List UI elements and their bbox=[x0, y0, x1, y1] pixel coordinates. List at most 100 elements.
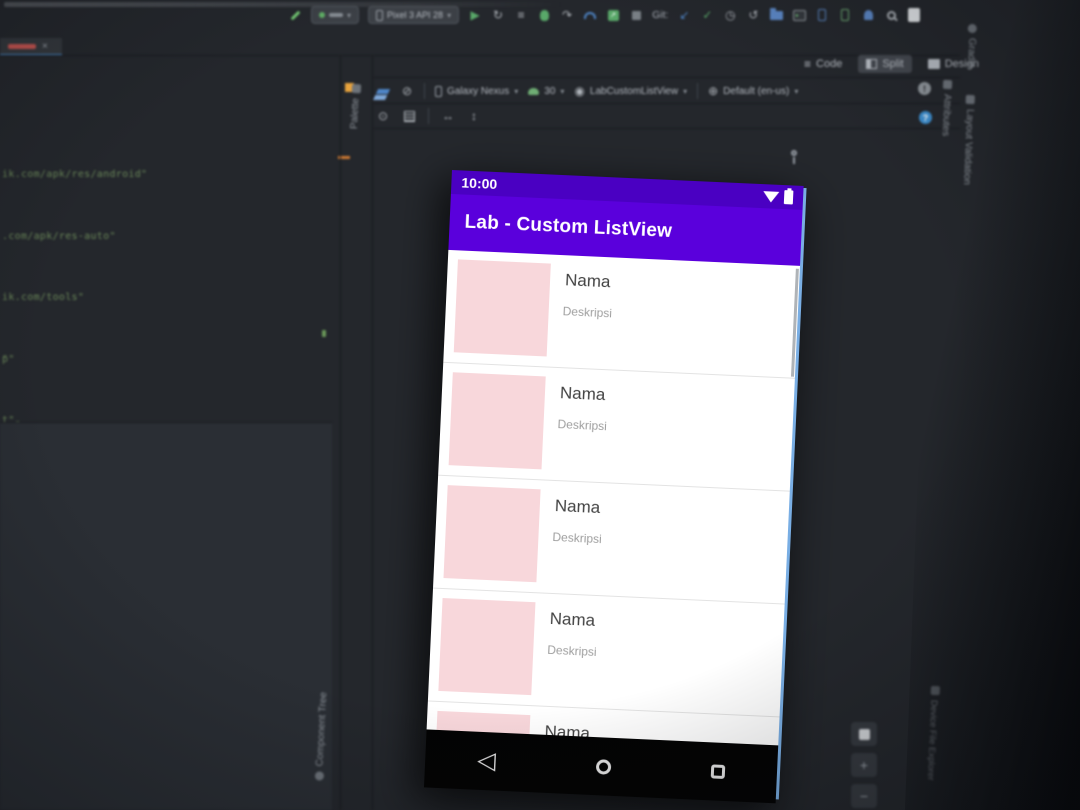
unversioned-filename bbox=[8, 43, 36, 49]
item-description: Deskripsi bbox=[562, 304, 613, 321]
run-button[interactable]: ▶ bbox=[468, 6, 482, 24]
gutter-color-marker bbox=[322, 330, 326, 337]
app-title: Lab - Custom ListView bbox=[464, 211, 673, 243]
code-icon: ≡ bbox=[804, 57, 812, 71]
design-toolbar-secondary: ⊙ ↔ ↕ bbox=[376, 105, 481, 127]
design-toolbar: ⊘ Galaxy Nexus ▾ 30 ▾ ◉ LabCustomListVie… bbox=[375, 79, 798, 103]
list-item[interactable]: Nama Deskripsi bbox=[427, 588, 785, 718]
chevron-down-icon: ▾ bbox=[560, 86, 565, 96]
item-thumbnail bbox=[453, 259, 551, 357]
editor-file-tab[interactable]: × bbox=[0, 38, 62, 56]
logcat-terminal-icon[interactable]: ▸ bbox=[792, 6, 806, 24]
sync-notification-icon[interactable] bbox=[861, 6, 875, 24]
item-description: Deskripsi bbox=[557, 417, 608, 434]
variants-menu-icon[interactable] bbox=[402, 107, 416, 125]
palette-icon bbox=[351, 83, 362, 94]
viewing-options-icon[interactable]: ⊘ bbox=[400, 82, 414, 100]
run-config-name bbox=[329, 13, 343, 17]
wrench-icon bbox=[789, 150, 799, 164]
zoom-in-button[interactable]: + bbox=[851, 753, 877, 777]
list-item[interactable]: Nama Deskripsi bbox=[432, 475, 790, 605]
design-canvas-separator bbox=[372, 128, 960, 129]
search-everywhere-icon[interactable] bbox=[884, 6, 898, 24]
stop-button[interactable] bbox=[629, 6, 643, 24]
palette-tab[interactable]: Palette bbox=[349, 83, 362, 129]
settings-icon[interactable] bbox=[907, 6, 921, 24]
main-toolbar: ▾ Pixel 3 API 28 ▾ ▶ ↻ ≡ ↷ ↗ Git: ↙ ✓ ◷ … bbox=[288, 3, 921, 27]
item-name: Nama bbox=[559, 383, 606, 405]
tab-split[interactable]: Split bbox=[858, 55, 912, 73]
listview[interactable]: Nama Deskripsi Nama Deskripsi Nama Deskr… bbox=[426, 249, 801, 746]
home-button[interactable] bbox=[595, 758, 612, 775]
chevron-down-icon: ▾ bbox=[347, 10, 352, 20]
git-update-button[interactable]: ↙ bbox=[677, 6, 691, 24]
chevron-down-icon: ▾ bbox=[683, 86, 688, 96]
code-line: p" bbox=[2, 354, 15, 365]
design-surface-icon[interactable] bbox=[375, 82, 391, 100]
recents-button[interactable] bbox=[710, 764, 726, 779]
editor-mode-tabs: ≡ Code Split Design bbox=[796, 54, 987, 74]
project-structure-icon[interactable] bbox=[769, 6, 783, 24]
globe-icon: ⊕ bbox=[708, 84, 719, 98]
view-options-eye-icon[interactable]: ⊙ bbox=[376, 107, 390, 125]
list-item[interactable]: Nama Deskripsi bbox=[438, 362, 795, 492]
split-divider[interactable] bbox=[340, 55, 341, 810]
attributes-tab[interactable]: Attributes bbox=[940, 79, 953, 136]
orientation-horizontal-icon[interactable]: ↔ bbox=[441, 107, 455, 125]
chevron-down-icon: ▾ bbox=[447, 10, 452, 20]
profiler-gauge-icon[interactable] bbox=[583, 6, 597, 24]
device-file-explorer-icon bbox=[930, 685, 940, 696]
theme-select[interactable]: ◉ LabCustomListView ▾ bbox=[574, 85, 687, 97]
item-name: Nama bbox=[549, 608, 596, 630]
app-module-icon bbox=[319, 12, 325, 18]
editor-lower-panel bbox=[0, 422, 332, 810]
locale-select[interactable]: ⊕ Default (en-us) ▾ bbox=[708, 85, 798, 97]
device-select[interactable]: Pixel 3 API 28 ▾ bbox=[368, 6, 460, 24]
android-icon bbox=[528, 87, 540, 95]
zoom-to-fit-button[interactable] bbox=[851, 722, 877, 746]
component-tree-tab[interactable]: Component Tree bbox=[314, 692, 338, 781]
issue-panel-icon[interactable]: ! bbox=[918, 82, 931, 95]
git-commit-button[interactable]: ✓ bbox=[700, 6, 714, 24]
rollback-button[interactable]: ↺ bbox=[746, 6, 760, 24]
layout-preview-phone[interactable]: 10:00 Lab - Custom ListView Nama Deskrip… bbox=[423, 170, 804, 804]
item-description: Deskripsi bbox=[552, 529, 603, 547]
history-button[interactable]: ◷ bbox=[723, 6, 737, 24]
chevron-down-icon: ▾ bbox=[794, 86, 799, 96]
item-name: Nama bbox=[564, 270, 611, 292]
layout-validation-tab[interactable]: Layout Validation bbox=[961, 94, 985, 185]
status-time: 10:00 bbox=[461, 174, 498, 193]
design-icon bbox=[927, 59, 940, 69]
canvas-zoom-controls: + − bbox=[851, 722, 877, 808]
profile-app-icon[interactable]: ↗ bbox=[606, 6, 620, 24]
device-icon bbox=[376, 9, 384, 21]
run-list-icon[interactable]: ≡ bbox=[514, 6, 528, 24]
help-icon[interactable]: ? bbox=[919, 111, 932, 124]
theme-icon: ◉ bbox=[574, 84, 585, 98]
device-file-explorer-tab[interactable]: Device File Explorer bbox=[926, 685, 958, 781]
item-description: Deskripsi bbox=[547, 642, 597, 660]
device-for-preview-select[interactable]: Galaxy Nexus ▾ bbox=[435, 85, 518, 97]
design-toolbar-separator-2 bbox=[372, 103, 960, 104]
api-version-select[interactable]: 30 ▾ bbox=[528, 86, 564, 97]
tab-code[interactable]: ≡ Code bbox=[796, 54, 850, 74]
code-line: ik.com/apk/res/android" bbox=[2, 169, 148, 180]
wifi-icon bbox=[762, 190, 780, 203]
attach-debugger-icon[interactable]: ↷ bbox=[560, 6, 574, 24]
phone-icon bbox=[435, 85, 442, 97]
avd-manager-icon[interactable] bbox=[815, 6, 829, 24]
item-thumbnail bbox=[438, 598, 536, 696]
list-item[interactable]: Nama Deskripsi bbox=[443, 249, 801, 379]
back-button[interactable]: ◁ bbox=[477, 747, 497, 775]
run-configuration-select[interactable]: ▾ bbox=[311, 6, 360, 24]
close-icon[interactable]: × bbox=[42, 41, 48, 52]
item-name: Nama bbox=[554, 496, 601, 518]
debug-button[interactable] bbox=[537, 6, 551, 24]
item-thumbnail bbox=[443, 485, 541, 583]
orientation-vertical-icon[interactable]: ↕ bbox=[467, 107, 481, 125]
build-hammer-icon[interactable] bbox=[288, 6, 302, 24]
zoom-out-button[interactable]: − bbox=[851, 784, 877, 808]
device-manager-icon[interactable] bbox=[838, 6, 852, 24]
profile-run-icon[interactable]: ↻ bbox=[491, 6, 505, 24]
gradle-tab[interactable]: Gradle bbox=[965, 23, 977, 68]
